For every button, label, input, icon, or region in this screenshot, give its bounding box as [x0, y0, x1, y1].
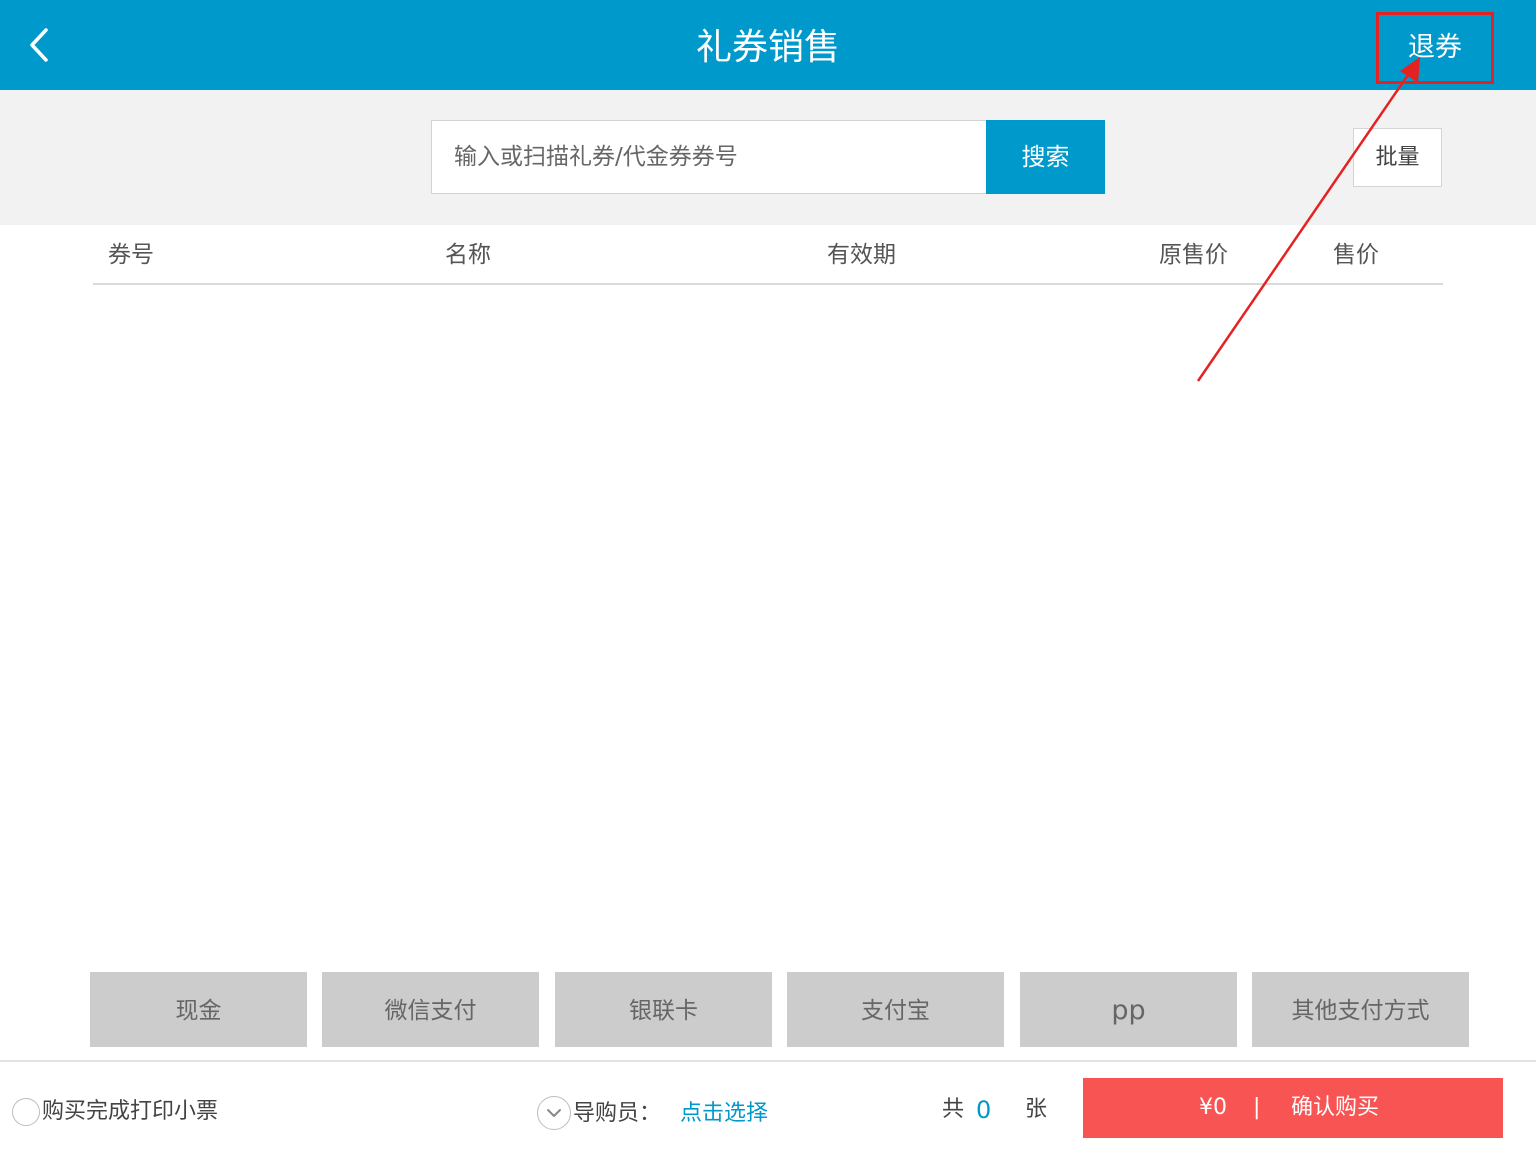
- search-bar: 搜索 批量: [0, 90, 1536, 225]
- refund-voucher-button[interactable]: 退券: [1376, 12, 1494, 84]
- pay-other-button[interactable]: 其他支付方式: [1252, 972, 1469, 1047]
- button-separator: |: [1253, 1095, 1261, 1120]
- confirm-purchase-label: 确认购买: [1291, 1095, 1380, 1120]
- batch-button[interactable]: 批量: [1353, 128, 1442, 187]
- pay-pp-button[interactable]: pp: [1020, 972, 1237, 1047]
- count-suffix: 张: [1025, 1097, 1048, 1122]
- pay-cash-button[interactable]: 现金: [90, 972, 307, 1047]
- pay-wechat-button[interactable]: 微信支付: [322, 972, 539, 1047]
- count-prefix: 共: [942, 1097, 965, 1122]
- voucher-count: 0: [976, 1096, 992, 1124]
- pay-alipay-button[interactable]: 支付宝: [787, 972, 1004, 1047]
- total-amount: ¥0: [1199, 1095, 1227, 1120]
- chevron-down-icon: [547, 1109, 561, 1117]
- guide-select-link[interactable]: 点击选择: [680, 1096, 768, 1132]
- column-header-original-price: 原售价: [1159, 242, 1228, 268]
- payment-methods: 现金 微信支付 银联卡 支付宝 pp 其他支付方式: [90, 972, 1470, 1047]
- search-button[interactable]: 搜索: [986, 120, 1105, 194]
- print-receipt-label: 购买完成打印小票: [42, 1099, 219, 1124]
- guide-dropdown-toggle[interactable]: [537, 1096, 571, 1130]
- column-header-sale-price: 售价: [1333, 242, 1379, 268]
- column-header-voucher-number: 券号: [108, 242, 154, 268]
- page-title: 礼券销售: [695, 27, 840, 68]
- checkout-footer: 购买完成打印小票 导购员： 点击选择 共 0 张 ¥0 | 确认购买: [0, 1060, 1536, 1154]
- column-header-name: 名称: [445, 242, 491, 268]
- app-header: 礼券销售 退券: [0, 0, 1536, 90]
- confirm-purchase-button[interactable]: ¥0 | 确认购买: [1083, 1078, 1503, 1138]
- voucher-search-input[interactable]: [431, 120, 987, 194]
- print-receipt-radio[interactable]: [12, 1098, 40, 1126]
- guide-label: 导购员：: [573, 1101, 662, 1126]
- pay-unionpay-button[interactable]: 银联卡: [555, 972, 772, 1047]
- column-header-validity: 有效期: [827, 242, 896, 268]
- voucher-table-header: 券号 名称 有效期 原售价 售价: [93, 225, 1443, 285]
